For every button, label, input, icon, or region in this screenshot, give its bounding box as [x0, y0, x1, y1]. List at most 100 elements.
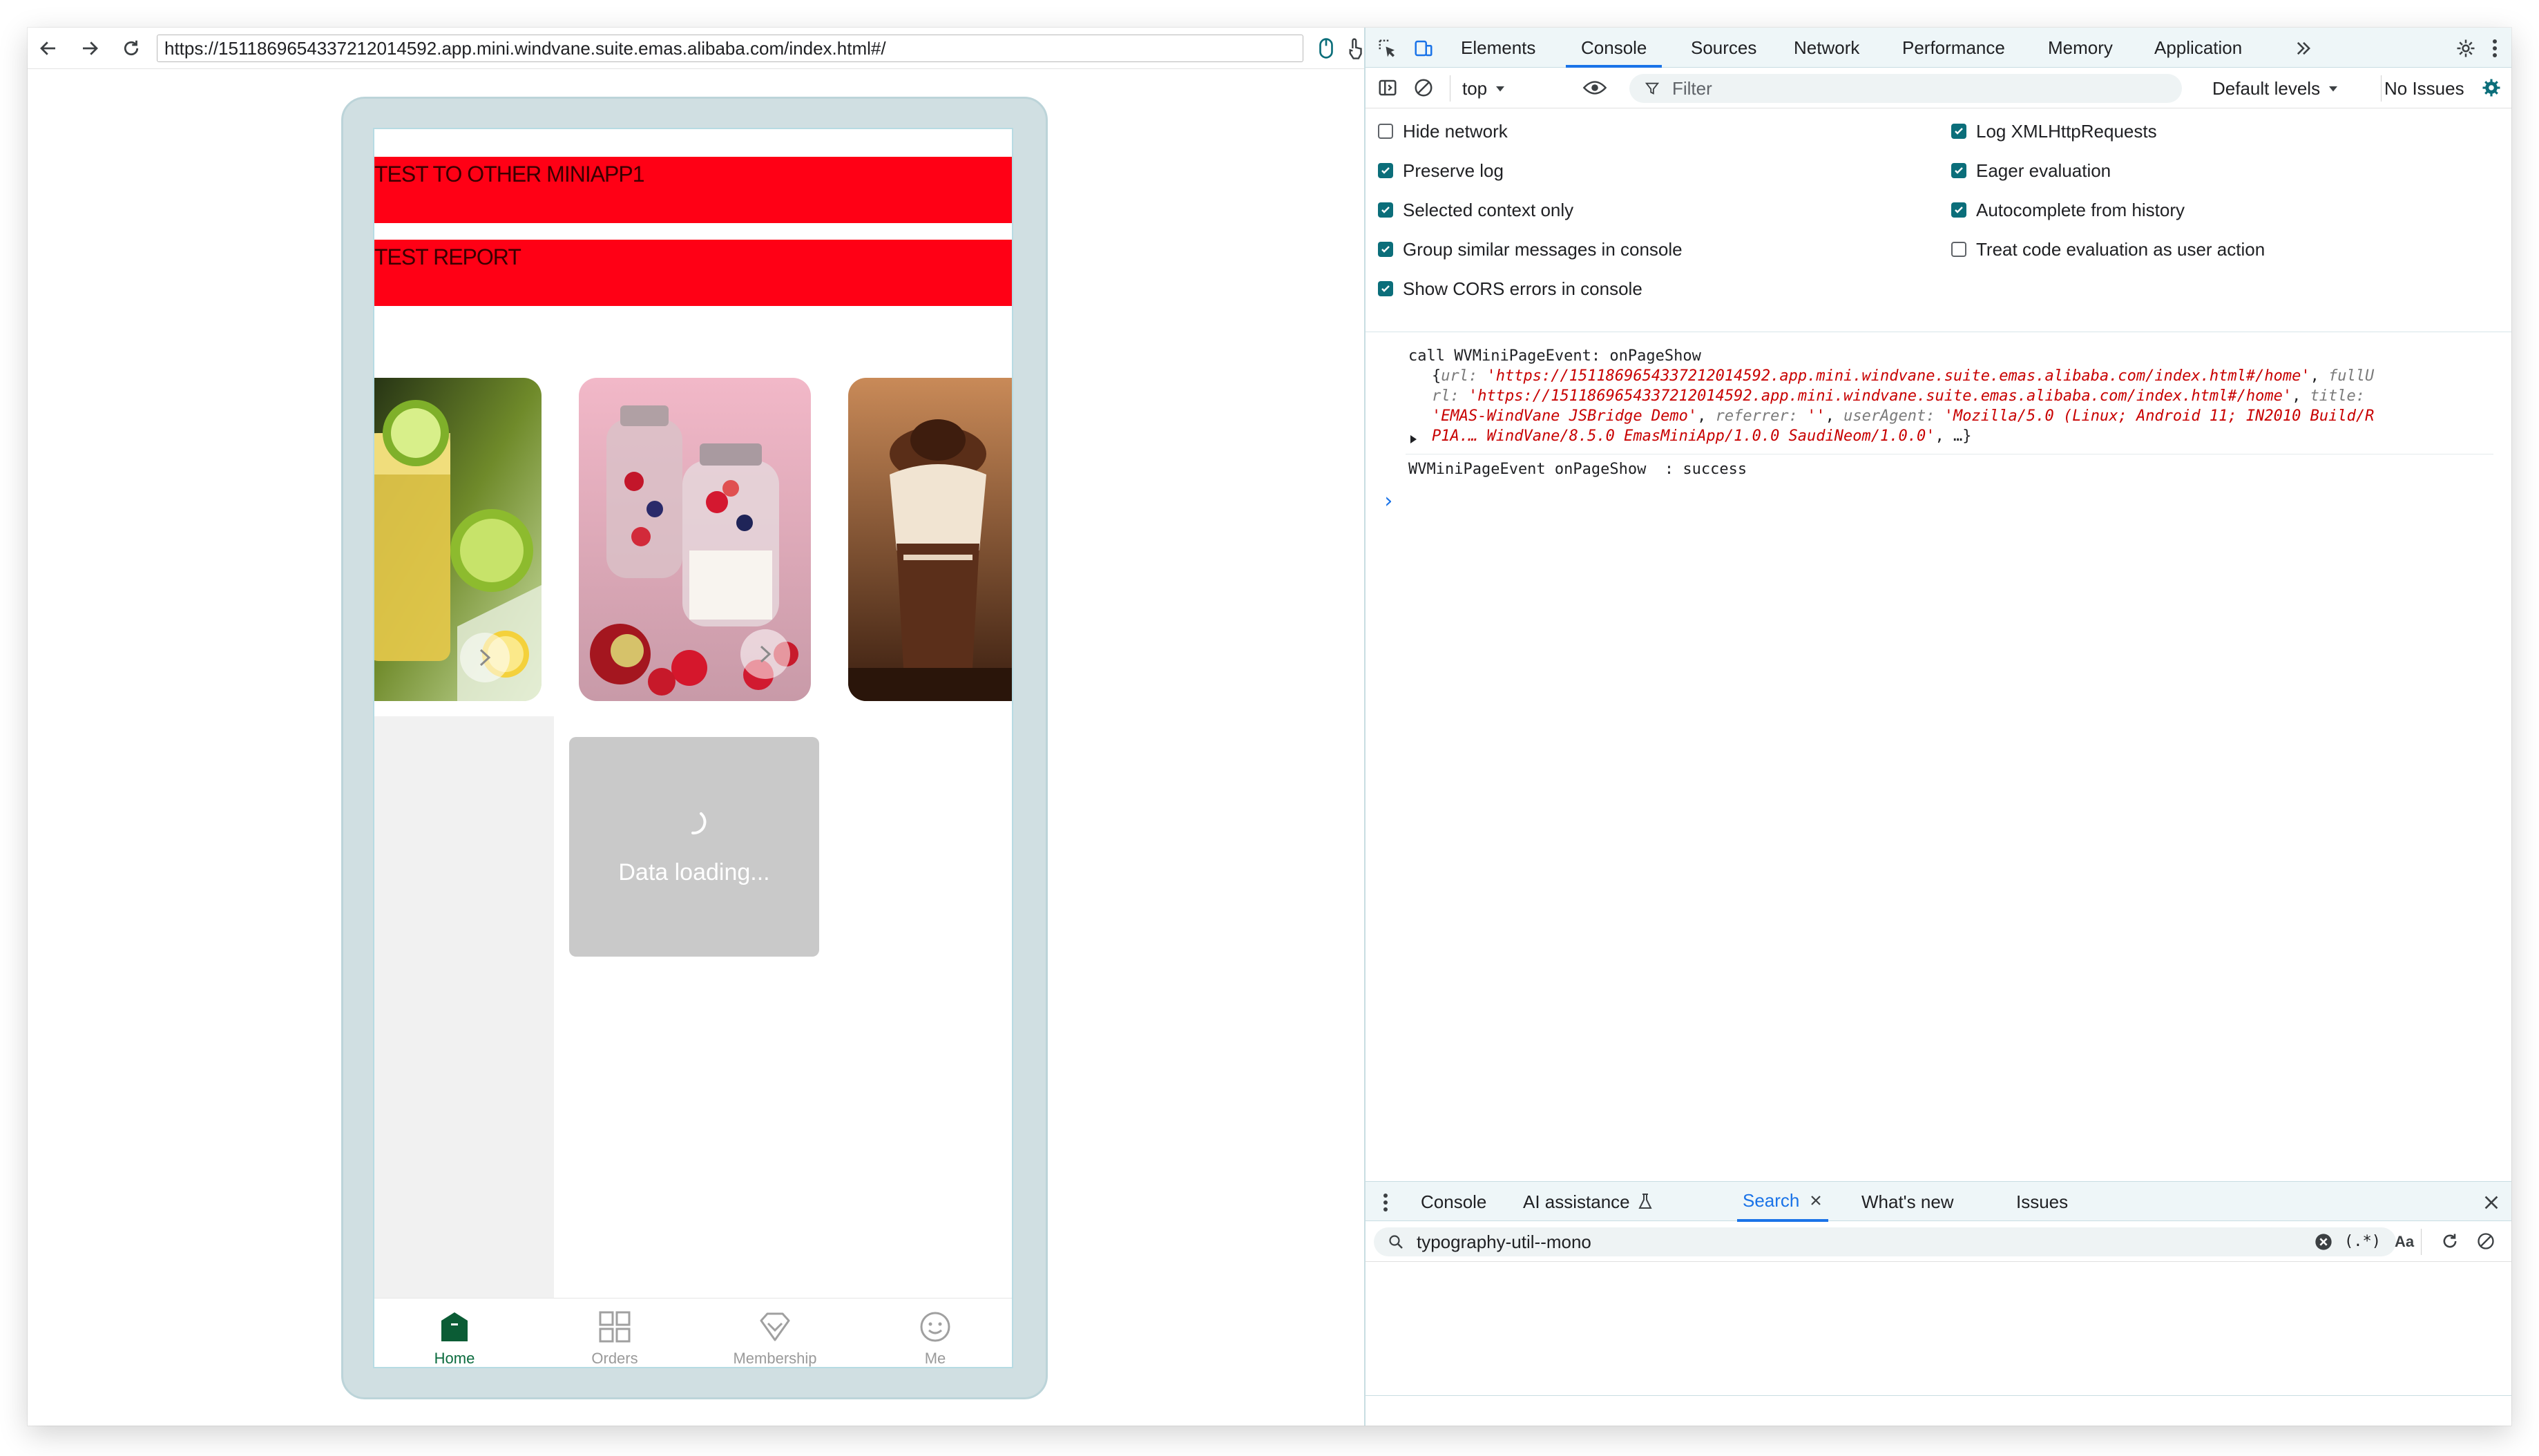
setting-eager-eval[interactable]: Eager evaluation	[1951, 157, 2111, 184]
setting-autocomplete[interactable]: Autocomplete from history	[1951, 196, 2185, 224]
drawer-tab-issues[interactable]: Issues	[2016, 1182, 2068, 1222]
treat-user-action-checkbox[interactable]	[1951, 242, 1966, 257]
setting-selected-context[interactable]: Selected context only	[1378, 196, 1573, 224]
tab-elements[interactable]: Elements	[1461, 28, 1535, 68]
key-fullurl-part2: rl	[1432, 387, 1450, 405]
grid-icon	[599, 1311, 631, 1343]
tab-application[interactable]: Application	[2154, 28, 2242, 68]
context-selector[interactable]: top	[1462, 68, 1506, 108]
console-prompt[interactable]: ›	[1382, 491, 1395, 512]
drawer-tab-search[interactable]: Search	[1737, 1182, 1829, 1222]
value-title: 'EMAS-WindVane JSBridge Demo'	[1432, 408, 1698, 425]
carousel-card-lemonade[interactable]	[374, 378, 542, 701]
devtools-menu-button[interactable]	[2484, 36, 2505, 61]
carousel-card-chocolate[interactable]	[848, 378, 1012, 701]
setting-hide-network[interactable]: Hide network	[1378, 117, 1508, 145]
forward-arrow-icon	[83, 41, 98, 55]
spinner-icon	[691, 812, 707, 834]
inspect-cursor-icon	[1379, 39, 1395, 57]
tab-home-label: Home	[434, 1350, 475, 1367]
selected-context-checkbox[interactable]	[1378, 202, 1393, 218]
search-icon	[1389, 1235, 1403, 1249]
drawer-tab-whats-new[interactable]: What's new	[1861, 1182, 1954, 1222]
eye-icon	[1582, 81, 1607, 95]
match-case-toggle[interactable]: Aa	[2395, 1227, 2414, 1256]
setting-preserve-log[interactable]: Preserve log	[1378, 157, 1504, 184]
tab-me[interactable]: Me	[855, 1299, 1012, 1367]
phone-screen: TEST TO OTHER MINIAPP1 TEST REPORT Data …	[373, 128, 1013, 1368]
forward-button[interactable]	[77, 36, 102, 61]
dropdown-arrow-icon	[1496, 86, 1505, 92]
eager-eval-checkbox[interactable]	[1951, 163, 1966, 178]
preserve-log-checkbox[interactable]	[1378, 163, 1393, 178]
tab-memory[interactable]: Memory	[2048, 28, 2113, 68]
toolbar-divider	[2381, 75, 2382, 102]
tab-sources[interactable]: Sources	[1691, 28, 1756, 68]
console-settings-button[interactable]	[2479, 75, 2504, 100]
drawer-tab-search-label: Search	[1743, 1190, 1800, 1211]
tab-network[interactable]: Network	[1794, 28, 1859, 68]
live-expression-button[interactable]	[1580, 75, 1610, 100]
tab-home[interactable]: Home	[374, 1299, 535, 1367]
setting-cors-errors[interactable]: Show CORS errors in console	[1378, 275, 1642, 303]
expand-object-toggle[interactable]	[1408, 434, 1418, 444]
setting-log-xhr[interactable]: Log XMLHttpRequests	[1951, 117, 2157, 145]
cors-errors-checkbox[interactable]	[1378, 281, 1393, 296]
diamond-icon	[760, 1312, 790, 1341]
clear-icon	[2478, 1233, 2494, 1249]
regex-toggle[interactable]: (.*)	[2344, 1227, 2381, 1256]
more-tabs-button[interactable]	[2291, 36, 2316, 61]
close-icon	[2484, 1196, 2498, 1209]
carousel-card-berries[interactable]	[579, 378, 811, 701]
console-filter-input[interactable]: Filter	[1629, 74, 2182, 103]
tab-console[interactable]: Console	[1566, 28, 1663, 68]
vertical-dots-icon	[1383, 1194, 1388, 1211]
test-report-button[interactable]: TEST REPORT	[374, 240, 1012, 306]
setting-treat-user-action[interactable]: Treat code evaluation as user action	[1951, 236, 2265, 263]
search-query: typography-util--mono	[1417, 1232, 1591, 1252]
clear-console-button[interactable]	[1411, 75, 1436, 100]
key-fullurl-part1: fullU	[2328, 367, 2375, 385]
setting-label: Group similar messages in console	[1403, 239, 1683, 260]
log-levels-dropdown[interactable]: Default levels	[2212, 68, 2339, 108]
drawer-tabs: Console AI assistance Search What's new …	[1366, 1181, 2511, 1222]
inspect-element-button[interactable]	[1375, 36, 1400, 61]
clear-search-results-button[interactable]	[2473, 1229, 2498, 1254]
drawer-tab-ai-assistance[interactable]: AI assistance	[1523, 1182, 1654, 1222]
back-button[interactable]	[36, 36, 61, 61]
device-toggle-icon	[1415, 40, 1433, 57]
refresh-search-button[interactable]	[2437, 1229, 2462, 1254]
toggle-sidebar-button[interactable]	[1375, 75, 1400, 100]
drawer-menu-button[interactable]	[1375, 1190, 1396, 1215]
search-input[interactable]: typography-util--mono (.*) Aa	[1374, 1227, 2414, 1256]
drawer-bottom-border	[1366, 1395, 2511, 1396]
reload-button[interactable]	[119, 36, 144, 61]
log-xhr-checkbox[interactable]	[1951, 124, 1966, 139]
test-other-miniapp-button[interactable]: TEST TO OTHER MINIAPP1	[374, 157, 1012, 223]
key-url: url	[1441, 367, 1468, 385]
autocomplete-checkbox[interactable]	[1951, 202, 1966, 218]
device-toolbar-button[interactable]	[1411, 36, 1436, 61]
console-object-line-3: 'EMAS-WindVane JSBridge Demo', referrer:…	[1432, 408, 2375, 425]
log-levels-label: Default levels	[2212, 78, 2321, 99]
tab-performance[interactable]: Performance	[1902, 28, 2005, 68]
close-tab-icon[interactable]	[1809, 1194, 1823, 1207]
group-similar-checkbox[interactable]	[1378, 242, 1393, 257]
clear-search-button[interactable]	[2313, 1232, 2334, 1252]
search-bar: typography-util--mono (.*) Aa	[1366, 1222, 2511, 1262]
lemonade-image	[374, 378, 542, 701]
drawer-tab-ai-label: AI assistance	[1523, 1191, 1630, 1212]
devtools-settings-button[interactable]	[2453, 36, 2478, 61]
issues-counter[interactable]: No Issues	[2384, 68, 2464, 108]
close-drawer-button[interactable]	[2479, 1190, 2504, 1215]
filter-placeholder: Filter	[1672, 78, 1712, 99]
url-input[interactable]: https://1511869654337212014592.app.mini.…	[157, 35, 1303, 62]
drawer-tab-console[interactable]: Console	[1421, 1182, 1486, 1222]
tab-membership[interactable]: Membership	[695, 1299, 855, 1367]
console-message-success: WVMiniPageEvent onPageShow : success	[1408, 461, 1747, 478]
setting-group-similar[interactable]: Group similar messages in console	[1378, 236, 1683, 263]
setting-label: Eager evaluation	[1976, 160, 2111, 181]
mouse-emulation-button[interactable]	[1314, 36, 1339, 61]
tab-orders[interactable]: Orders	[535, 1299, 695, 1367]
hide-network-checkbox[interactable]	[1378, 124, 1393, 139]
